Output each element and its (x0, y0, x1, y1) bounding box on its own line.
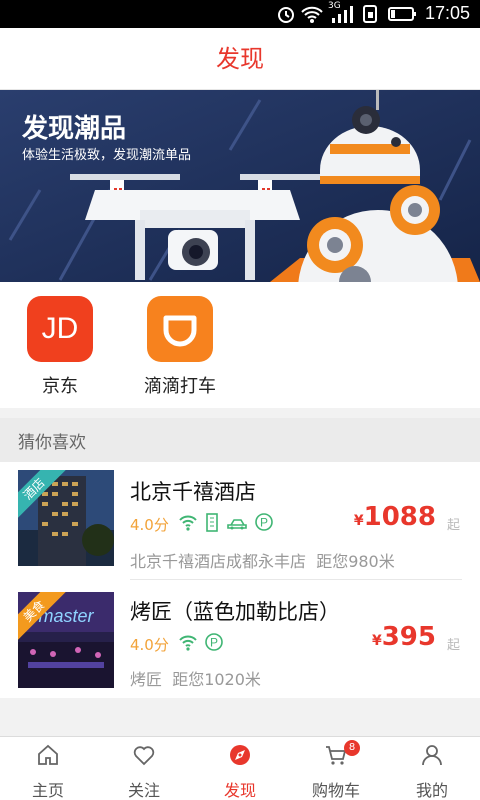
app-jd[interactable]: JD 京东 (0, 296, 120, 398)
hotel-thumbnail: 酒店 (18, 470, 114, 566)
parking-icon: P (205, 633, 223, 651)
car-icon (227, 519, 247, 530)
title-bar: 发现 (0, 28, 480, 90)
list-item-restaurant[interactable]: master 美食 烤匠（蓝色加勒比店） 4.0分 P ¥395 起 烤匠 距您… (0, 580, 480, 698)
price-currency: ¥ (353, 513, 364, 529)
item-price: ¥1088 (354, 502, 436, 532)
app-label: 滴滴打车 (144, 376, 216, 397)
sim-icon (363, 5, 377, 23)
address-text: 北京千禧酒店成都永丰店 (130, 552, 307, 571)
section-title: 猜你喜欢 (18, 433, 86, 453)
item-price: ¥395 (372, 622, 436, 652)
tab-label: 主页 (31, 781, 64, 800)
tab-follow[interactable]: 关注 (96, 737, 192, 800)
jd-icon-text: JD (41, 312, 79, 345)
price-value: 1088 (363, 502, 436, 532)
battery-icon (388, 7, 416, 21)
distance-text: 距您1020米 (172, 670, 261, 689)
bottom-tab-bar: 主页 关注 发现 8 购物车 我的 (0, 736, 480, 800)
price-suffix: 起 (446, 518, 460, 533)
banner-subtitle: 体验生活极致，发现潮流单品 (22, 148, 192, 163)
price-value: 395 (381, 622, 436, 652)
heart-icon (133, 746, 155, 766)
alarm-icon (278, 7, 294, 23)
item-address: 北京千禧酒店成都永丰店 距您980米 (130, 548, 395, 572)
amenities: P (178, 632, 224, 652)
tab-label: 我的 (415, 781, 448, 800)
price-suffix: 起 (446, 638, 460, 653)
tab-label: 关注 (127, 781, 160, 800)
wifi-icon (179, 515, 197, 531)
recommend-list: 酒店 北京千禧酒店 4.0分 P ¥1088 起 北京千禧酒店成都永丰店 距您9… (0, 462, 480, 698)
jd-icon: JD (27, 296, 93, 362)
tab-home[interactable]: 主页 (0, 737, 96, 800)
cart-badge: 8 (344, 740, 360, 756)
page-title: 发现 (216, 45, 264, 73)
tab-cart[interactable]: 8 购物车 (288, 737, 384, 800)
wifi-icon (179, 635, 197, 651)
banner-title: 发现潮品 (22, 114, 127, 144)
home-icon (38, 744, 58, 765)
svg-text:P: P (260, 516, 268, 530)
building-icon (206, 513, 218, 532)
tab-label: 发现 (223, 781, 256, 800)
item-address: 烤匠 距您1020米 (130, 666, 261, 690)
item-rating: 4.0分 (130, 516, 169, 534)
list-item-hotel[interactable]: 酒店 北京千禧酒店 4.0分 P ¥1088 起 北京千禧酒店成都永丰店 距您9… (0, 462, 480, 580)
didi-icon (147, 296, 213, 362)
tab-label: 购物车 (311, 781, 360, 800)
amenities: P (178, 512, 274, 532)
wifi-signal-icon (301, 6, 323, 23)
parking-icon: P (255, 513, 273, 531)
app-didi[interactable]: 滴滴打车 (120, 296, 240, 398)
address-text: 烤匠 (130, 670, 163, 689)
restaurant-thumbnail: master 美食 (18, 592, 114, 688)
status-time: 17:05 (424, 3, 470, 23)
price-currency: ¥ (371, 633, 382, 649)
item-rating: 4.0分 (130, 636, 169, 654)
status-bar: 3G 17:05 (0, 0, 480, 28)
promo-banner[interactable]: 发现潮品 体验生活极致，发现潮流单品 (0, 90, 480, 282)
cell-signal-icon (332, 6, 353, 23)
user-icon (422, 745, 442, 766)
item-name: 北京千禧酒店 (130, 480, 256, 504)
tab-mine[interactable]: 我的 (384, 737, 480, 800)
app-shortcuts: JD 京东 滴滴打车 (0, 282, 480, 408)
discover-icon (230, 745, 250, 765)
distance-text: 距您980米 (316, 552, 395, 571)
svg-text:P: P (210, 636, 218, 650)
item-name: 烤匠（蓝色加勒比店） (130, 600, 340, 624)
app-label: 京东 (42, 376, 78, 397)
section-header: 猜你喜欢 (0, 418, 480, 462)
tab-discover[interactable]: 发现 (192, 737, 288, 800)
